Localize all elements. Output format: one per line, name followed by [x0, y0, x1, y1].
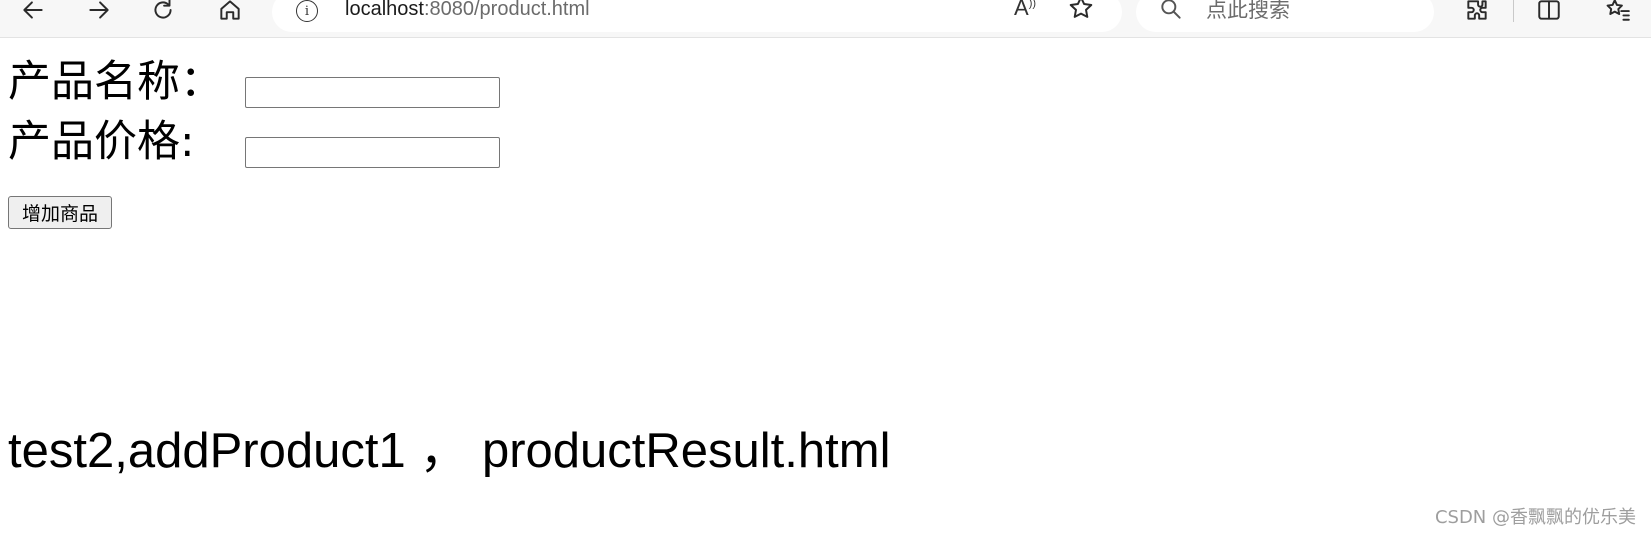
product-price-input[interactable] — [245, 137, 500, 168]
search-icon — [1158, 0, 1184, 26]
extensions-icon[interactable] — [1460, 0, 1494, 25]
browser-toolbar: i localhost:8080/product.html A)) — [0, 0, 1651, 38]
csdn-watermark: CSDN @香飘飘的优乐美 — [1434, 507, 1636, 528]
product-name-row: 产品名称： — [8, 56, 223, 108]
product-price-row: 产品价格: — [8, 116, 195, 168]
product-name-input[interactable] — [245, 77, 500, 108]
favorites-icon[interactable] — [1601, 0, 1635, 25]
url-host: localhost — [345, 0, 424, 20]
favorite-star-icon[interactable] — [1067, 0, 1095, 26]
read-aloud-label: A — [1014, 0, 1029, 20]
address-bar[interactable]: i localhost:8080/product.html A)) — [272, 0, 1122, 32]
search-box[interactable] — [1136, 0, 1434, 32]
read-aloud-icon[interactable]: A)) — [1014, 0, 1036, 21]
home-icon[interactable] — [213, 0, 247, 25]
split-screen-icon[interactable] — [1532, 0, 1566, 25]
search-input[interactable] — [1206, 0, 1416, 24]
forward-arrow-icon[interactable] — [82, 0, 116, 25]
toolbar-divider — [1513, 0, 1514, 22]
add-product-button[interactable]: 增加商品 — [8, 196, 112, 229]
info-icon[interactable]: i — [296, 0, 318, 22]
product-price-label: 产品价格: — [8, 117, 195, 167]
url-path: :8080/product.html — [423, 0, 590, 20]
product-name-label: 产品名称： — [8, 57, 223, 107]
refresh-icon[interactable] — [146, 0, 180, 25]
back-arrow-icon[interactable] — [16, 0, 50, 25]
result-text: test2,addProduct1 ， productResult.html — [8, 424, 891, 478]
url-text[interactable]: localhost:8080/product.html — [345, 0, 590, 21]
